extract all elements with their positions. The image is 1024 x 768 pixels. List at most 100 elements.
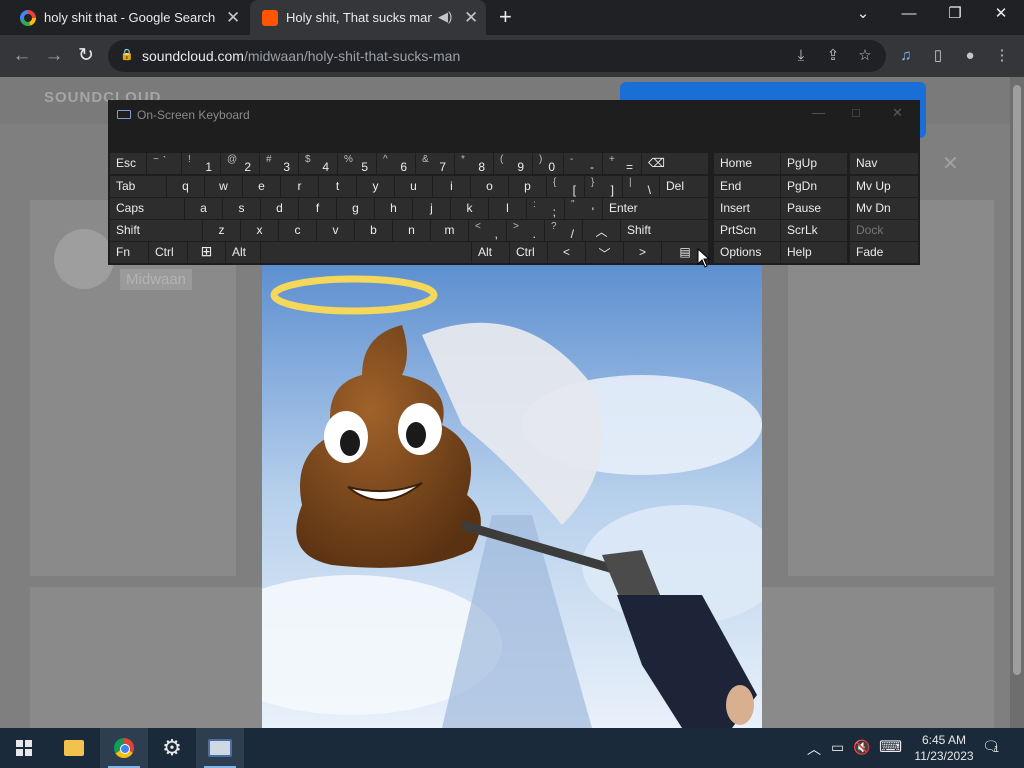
key-9[interactable]: (9 <box>494 153 532 174</box>
key-g[interactable]: g <box>337 198 374 219</box>
chrome-menu-icon[interactable]: ⋮ <box>991 45 1013 67</box>
network-icon[interactable]: ▭ <box>831 739 844 756</box>
taskbar-chrome[interactable] <box>100 728 148 768</box>
key-c[interactable]: c <box>279 220 316 241</box>
space-bar[interactable] <box>261 242 471 263</box>
start-button[interactable] <box>0 728 48 768</box>
clock[interactable]: 6:45 AM 11/23/2023 <box>914 732 974 764</box>
page-scrollbar[interactable] <box>1010 77 1024 728</box>
key-f[interactable]: f <box>299 198 336 219</box>
key-0[interactable]: ) 0 <box>533 153 563 174</box>
osk-maximize-button[interactable]: □ <box>852 105 860 120</box>
arrow-left-key[interactable]: < <box>548 242 585 263</box>
key-shift-left[interactable]: Shift <box>110 220 202 241</box>
windows-key[interactable]: ⊞ <box>188 242 225 263</box>
key-v[interactable]: v <box>317 220 354 241</box>
key-3[interactable]: #3 <box>260 153 298 174</box>
back-button[interactable]: ← <box>10 44 34 68</box>
key-r[interactable]: r <box>281 176 318 197</box>
key-minus[interactable]: -- <box>564 153 602 174</box>
key-semicolon[interactable]: :; <box>527 198 564 219</box>
key-esc[interactable]: Esc <box>110 153 146 174</box>
url-text[interactable]: soundcloud.com/midwaan/holy-shit-that-su… <box>142 48 460 64</box>
side-panel-icon[interactable]: ▯ <box>927 45 949 67</box>
key-fn[interactable]: Fn <box>110 242 148 263</box>
key-enter[interactable]: Enter <box>603 198 708 219</box>
lock-icon[interactable]: 🔒 <box>120 48 134 61</box>
key-tilde[interactable]: ~ ` <box>147 153 181 174</box>
minimize-button[interactable]: — <box>886 0 932 30</box>
new-tab-button[interactable]: + <box>499 4 512 30</box>
key-scrlk[interactable]: ScrLk <box>781 220 847 241</box>
key-4[interactable]: $4 <box>299 153 337 174</box>
key-j[interactable]: j <box>413 198 450 219</box>
key-x[interactable]: x <box>241 220 278 241</box>
key-1[interactable]: ! 1 <box>182 153 220 174</box>
key-options[interactable]: Options <box>714 242 780 263</box>
key-ctrl-right[interactable]: Ctrl <box>510 242 547 263</box>
key-2[interactable]: @2 <box>221 153 259 174</box>
share-icon[interactable]: ⇪ <box>822 45 844 67</box>
key-h[interactable]: h <box>375 198 412 219</box>
artist-name[interactable]: Midwaan <box>120 269 193 290</box>
key-5[interactable]: % 5 <box>338 153 376 174</box>
backspace-key[interactable]: ⌫ <box>642 153 708 174</box>
install-icon[interactable]: ⤓ <box>790 45 812 67</box>
key-b[interactable]: b <box>355 220 392 241</box>
key-backslash[interactable]: | \ <box>623 176 659 197</box>
key-pgup[interactable]: PgUp <box>781 153 847 174</box>
key-right-bracket[interactable]: }] <box>585 176 622 197</box>
restore-button[interactable]: ❐ <box>932 0 978 30</box>
key-u[interactable]: u <box>395 176 432 197</box>
key-l[interactable]: l <box>489 198 526 219</box>
address-bar[interactable]: 🔒 soundcloud.com/midwaan/holy-shit-that-… <box>108 40 886 72</box>
key-mv-dn[interactable]: Mv Dn <box>850 198 918 219</box>
scroll-thumb[interactable] <box>1013 85 1021 675</box>
key-n[interactable]: n <box>393 220 430 241</box>
key-nav[interactable]: Nav <box>850 153 918 174</box>
key-equals[interactable]: + = <box>603 153 641 174</box>
key-z[interactable]: z <box>203 220 240 241</box>
key-quote[interactable]: " ' <box>565 198 602 219</box>
media-control-icon[interactable]: ♫ <box>895 45 917 67</box>
key-pause[interactable]: Pause <box>781 198 847 219</box>
arrow-down-key[interactable]: ﹀ <box>586 242 623 263</box>
tab-google-search[interactable]: holy shit that - Google Search ✕ <box>8 0 248 35</box>
key-comma[interactable]: <, <box>469 220 506 241</box>
osk-minimize-button[interactable]: — <box>812 105 825 120</box>
tab-soundcloud[interactable]: Holy shit, That sucks man. b ◀) ✕ <box>250 0 486 35</box>
key-8[interactable]: * 8 <box>455 153 493 174</box>
key-pgdn[interactable]: PgDn <box>781 176 847 197</box>
forward-button[interactable]: → <box>42 44 66 68</box>
key-mv-up[interactable]: Mv Up <box>850 176 918 197</box>
key-o[interactable]: o <box>471 176 508 197</box>
close-tab-icon[interactable]: ✕ <box>226 9 240 26</box>
key-t[interactable]: t <box>319 176 356 197</box>
key-p[interactable]: p <box>509 176 546 197</box>
key-left-bracket[interactable]: {[ <box>547 176 584 197</box>
key-7[interactable]: & 7 <box>416 153 454 174</box>
taskbar-settings[interactable]: ⚙ <box>148 728 196 768</box>
key-home[interactable]: Home <box>714 153 780 174</box>
bookmark-star-icon[interactable]: ☆ <box>854 45 876 67</box>
taskbar-file-explorer[interactable] <box>50 728 98 768</box>
key-6[interactable]: ^ 6 <box>377 153 415 174</box>
play-button[interactable] <box>54 229 114 289</box>
key-fade[interactable]: Fade <box>850 242 918 263</box>
key-slash[interactable]: ? / <box>545 220 582 241</box>
key-shift-right[interactable]: Shift <box>621 220 708 241</box>
profile-icon[interactable]: ● <box>959 45 981 67</box>
arrow-up-key[interactable]: ︿ <box>583 220 620 241</box>
notification-button[interactable]: 🗨 1 <box>982 738 1004 758</box>
key-i[interactable]: i <box>433 176 470 197</box>
key-insert[interactable]: Insert <box>714 198 780 219</box>
key-alt-right[interactable]: Alt <box>472 242 509 263</box>
key-a[interactable]: a <box>185 198 222 219</box>
close-tab-icon[interactable]: ✕ <box>464 9 478 26</box>
close-window-button[interactable]: ✕ <box>978 0 1024 30</box>
audio-playing-icon[interactable]: ◀) <box>438 10 452 23</box>
key-del[interactable]: Del <box>660 176 708 197</box>
taskbar-on-screen-keyboard[interactable] <box>196 728 244 768</box>
key-m[interactable]: m <box>431 220 468 241</box>
key-period[interactable]: >. <box>507 220 544 241</box>
